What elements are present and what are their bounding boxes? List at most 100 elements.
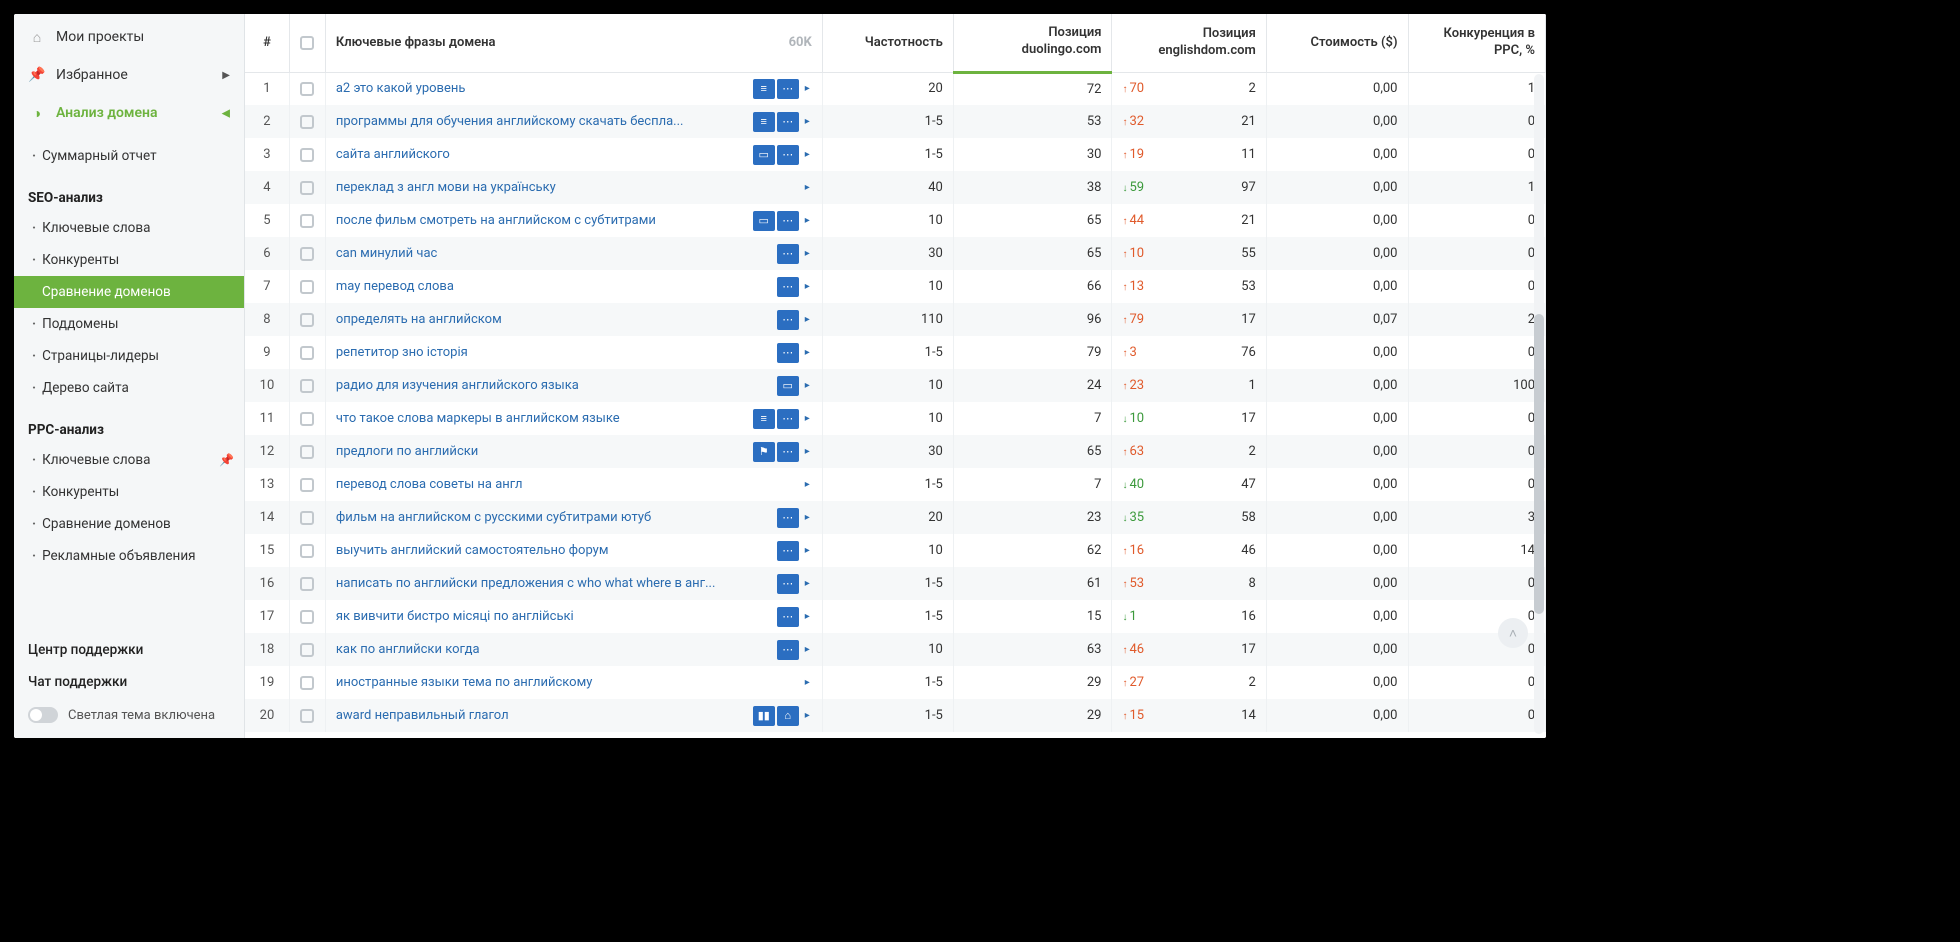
row-checkbox[interactable] (300, 247, 314, 261)
th-competition[interactable]: Конкуренция в PPC, % (1408, 14, 1546, 72)
sidebar-sub-ppc-competitors[interactable]: Конкуренты (14, 476, 244, 508)
sidebar-support-chat[interactable]: Чат поддержки (14, 664, 244, 696)
serp-badge-dots-icon[interactable]: ⋯ (777, 409, 799, 429)
serp-badge-img-icon[interactable]: ▭ (753, 211, 775, 231)
sidebar-sub-seo-domain-compare[interactable]: Сравнение доменов (14, 276, 244, 308)
expand-caret-icon[interactable]: ▸ (803, 644, 812, 655)
expand-caret-icon[interactable]: ▸ (803, 380, 812, 391)
serp-badge-dots-icon[interactable]: ⋯ (777, 277, 799, 297)
keyword-link[interactable]: award неправильный глагол (336, 708, 749, 723)
keyword-link[interactable]: что такое слова маркеры в английском язы… (336, 411, 749, 426)
expand-caret-icon[interactable]: ▸ (803, 149, 812, 160)
row-checkbox[interactable] (300, 280, 314, 294)
keyword-link[interactable]: сайта английского (336, 147, 749, 162)
serp-badge-dots-icon[interactable]: ⋯ (777, 112, 799, 132)
expand-caret-icon[interactable]: ▸ (803, 512, 812, 523)
theme-toggle[interactable] (28, 707, 58, 723)
expand-caret-icon[interactable]: ▸ (803, 578, 812, 589)
sidebar-sub-seo-subdomains[interactable]: Поддомены (14, 308, 244, 340)
serp-badge-img-icon[interactable]: ▭ (777, 376, 799, 396)
keyword-link[interactable]: may перевод слова (336, 279, 773, 294)
serp-badge-dots-icon[interactable]: ⋯ (777, 79, 799, 99)
expand-caret-icon[interactable]: ▸ (803, 677, 812, 688)
sidebar-sub-seo-keywords[interactable]: Ключевые слова (14, 212, 244, 244)
expand-caret-icon[interactable]: ▸ (803, 215, 812, 226)
serp-badge-dots-icon[interactable]: ⋯ (777, 145, 799, 165)
serp-badge-dots-icon[interactable]: ⋯ (777, 310, 799, 330)
row-checkbox[interactable] (300, 544, 314, 558)
row-checkbox[interactable] (300, 148, 314, 162)
sidebar-sub-seo-competitors[interactable]: Конкуренты (14, 244, 244, 276)
scrollbar[interactable] (1534, 74, 1544, 734)
th-number[interactable]: # (245, 14, 289, 72)
row-checkbox[interactable] (300, 709, 314, 723)
serp-badge-dots-icon[interactable]: ⋯ (777, 211, 799, 231)
row-checkbox[interactable] (300, 445, 314, 459)
serp-badge-dots-icon[interactable]: ⋯ (777, 442, 799, 462)
sidebar-support-center[interactable]: Центр поддержки (14, 632, 244, 664)
row-checkbox[interactable] (300, 676, 314, 690)
keyword-link[interactable]: переклад з англ мови на українську (336, 180, 795, 195)
select-all-checkbox[interactable] (300, 36, 314, 50)
expand-caret-icon[interactable]: ▸ (803, 413, 812, 424)
scroll-to-top-button[interactable]: ˄ (1498, 618, 1528, 648)
expand-caret-icon[interactable]: ▸ (803, 479, 812, 490)
row-checkbox[interactable] (300, 82, 314, 96)
expand-caret-icon[interactable]: ▸ (803, 347, 812, 358)
keyword-link[interactable]: репетитор зно історія (336, 345, 773, 360)
serp-badge-bars-icon[interactable]: ▮▮ (753, 706, 775, 726)
serp-badge-dots-icon[interactable]: ⋯ (777, 574, 799, 594)
sidebar-sub-seo-site-tree[interactable]: Дерево сайта (14, 372, 244, 404)
th-frequency[interactable]: Частотность (822, 14, 953, 72)
row-checkbox[interactable] (300, 313, 314, 327)
expand-caret-icon[interactable]: ▸ (803, 116, 812, 127)
expand-caret-icon[interactable]: ▸ (803, 248, 812, 259)
keyword-link[interactable]: радио для изучения английского языка (336, 378, 773, 393)
row-checkbox[interactable] (300, 610, 314, 624)
row-checkbox[interactable] (300, 478, 314, 492)
serp-badge-dots-icon[interactable]: ⋯ (777, 640, 799, 660)
keyword-link[interactable]: выучить английский самостоятельно форум (336, 543, 773, 558)
serp-badge-dots-icon[interactable]: ⋯ (777, 244, 799, 264)
serp-badge-dots-icon[interactable]: ⋯ (777, 541, 799, 561)
expand-caret-icon[interactable]: ▸ (803, 314, 812, 325)
keyword-link[interactable]: написать по английски предложения с who … (336, 576, 773, 591)
sidebar-item-favorites[interactable]: 📌 Избранное ▶ (14, 56, 244, 94)
sidebar-sub-seo-top-pages[interactable]: Страницы-лидеры (14, 340, 244, 372)
serp-badge-img-icon[interactable]: ▭ (753, 145, 775, 165)
serp-badge-lines-icon[interactable]: ≡ (753, 409, 775, 429)
row-checkbox[interactable] (300, 379, 314, 393)
keyword-link[interactable]: иностранные языки тема по английскому (336, 675, 795, 690)
row-checkbox[interactable] (300, 412, 314, 426)
keyword-link[interactable]: can минулий час (336, 246, 773, 261)
keyword-link[interactable]: программы для обучения английскому скача… (336, 114, 749, 129)
expand-caret-icon[interactable]: ▸ (803, 611, 812, 622)
th-checkbox[interactable] (289, 14, 325, 72)
keyword-link[interactable]: как по английски когда (336, 642, 773, 657)
row-checkbox[interactable] (300, 346, 314, 360)
expand-caret-icon[interactable]: ▸ (803, 446, 812, 457)
row-checkbox[interactable] (300, 511, 314, 525)
keyword-link[interactable]: перевод слова советы на англ (336, 477, 795, 492)
keyword-link[interactable]: а2 это какой уровень (336, 81, 749, 96)
keyword-link[interactable]: после фильм смотреть на английском с суб… (336, 213, 749, 228)
sidebar-sub-ppc-domain-compare[interactable]: Сравнение доменов (14, 508, 244, 540)
keyword-link[interactable]: фильм на английском с русскими субтитрам… (336, 510, 773, 525)
expand-caret-icon[interactable]: ▸ (803, 545, 812, 556)
row-checkbox[interactable] (300, 214, 314, 228)
serp-badge-dots-icon[interactable]: ⋯ (777, 508, 799, 528)
expand-caret-icon[interactable]: ▸ (803, 83, 812, 94)
th-cost[interactable]: Стоимость ($) (1266, 14, 1408, 72)
th-keywords[interactable]: Ключевые фразы домена 60K (325, 14, 822, 72)
th-position-1[interactable]: Позиция duolingo.com (953, 14, 1112, 72)
scrollbar-thumb[interactable] (1534, 314, 1544, 614)
sidebar-sub-ppc-ads[interactable]: Рекламные объявления (14, 540, 244, 572)
expand-caret-icon[interactable]: ▸ (803, 710, 812, 721)
expand-caret-icon[interactable]: ▸ (803, 281, 812, 292)
keyword-link[interactable]: як вивчити бистро місяці по англійські (336, 609, 773, 624)
serp-badge-lines-icon[interactable]: ≡ (753, 79, 775, 99)
sidebar-sub-ppc-keywords[interactable]: Ключевые слова 📌 (14, 444, 244, 476)
serp-badge-lines-icon[interactable]: ≡ (753, 112, 775, 132)
row-checkbox[interactable] (300, 643, 314, 657)
expand-caret-icon[interactable]: ▸ (803, 182, 812, 193)
